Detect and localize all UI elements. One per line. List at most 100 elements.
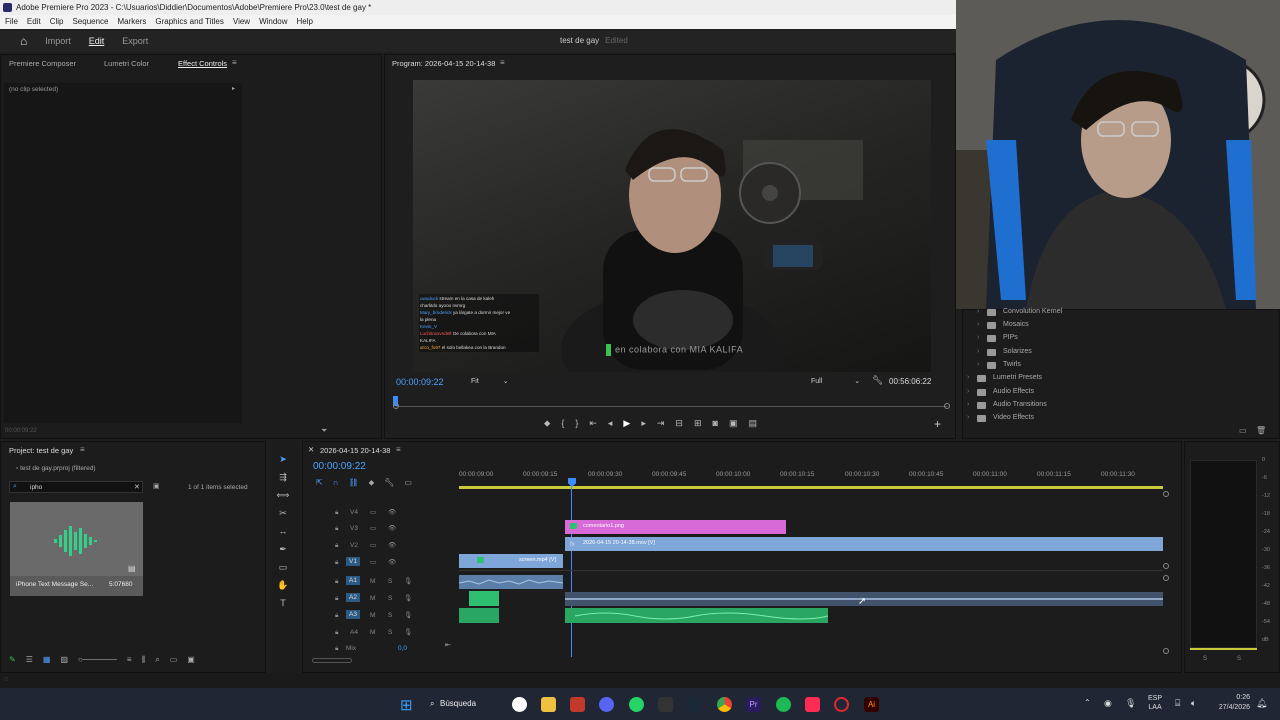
tray-mic-icon[interactable]: 🎙︎ xyxy=(1125,698,1136,709)
menu-file[interactable]: File xyxy=(5,15,18,29)
clip-audio-a3-short[interactable] xyxy=(459,608,499,623)
multi-camera-icon[interactable]: ▤ xyxy=(748,418,757,429)
mix-arrow-icon[interactable]: ⇤ xyxy=(445,641,451,649)
menu-edit[interactable]: Edit xyxy=(27,15,41,29)
new-bin-from-search-icon[interactable]: ▣ xyxy=(153,482,160,490)
scroll-handle[interactable] xyxy=(1163,563,1169,569)
go-to-in-icon[interactable]: ⇤ xyxy=(589,418,597,429)
rectangle-tool-icon[interactable]: ▭ xyxy=(276,562,290,574)
hand-tool-icon[interactable]: ✋ xyxy=(276,580,290,592)
solo-button[interactable]: S xyxy=(388,629,392,636)
nest-icon[interactable]: ⇱ xyxy=(316,478,323,488)
list-view-icon[interactable]: ☰ xyxy=(26,655,33,665)
mix-value[interactable]: 0,0 xyxy=(398,645,407,652)
razor-tool-icon[interactable]: ✂ xyxy=(276,508,290,520)
language-indicator[interactable]: ESP LAA xyxy=(1148,694,1162,712)
clear-search-icon[interactable]: ✕ xyxy=(134,483,140,491)
opera-icon[interactable] xyxy=(834,697,849,712)
effect-folder-twirls[interactable]: › Twirls xyxy=(975,361,1021,369)
effect-folder-solarizes[interactable]: › Solarizes xyxy=(975,348,1032,356)
effect-folder-convolution-kernel[interactable]: › Convolution Kernel xyxy=(975,308,1062,316)
eye-icon[interactable]: 👁︎ xyxy=(388,541,396,549)
menu-graphics[interactable]: Graphics and Titles xyxy=(155,15,223,29)
clip-audio-a1[interactable] xyxy=(458,575,564,589)
effect-folder-mosaics[interactable]: › Mosaics xyxy=(975,321,1029,329)
menu-clip[interactable]: Clip xyxy=(50,15,64,29)
microphone-icon[interactable]: 🎙︎ xyxy=(404,611,412,619)
slip-tool-icon[interactable]: ↔ xyxy=(276,526,290,538)
discord-icon[interactable] xyxy=(599,697,614,712)
find-icon[interactable]: ⌕ xyxy=(155,655,159,665)
effect-folder-video-effects[interactable]: › Video Effects xyxy=(965,414,1034,422)
lock-icon[interactable]: 🔒︎ xyxy=(335,559,338,567)
type-tool-icon[interactable]: T xyxy=(276,598,290,610)
sync-lock-icon[interactable]: ▭ xyxy=(370,558,376,566)
files-icon[interactable] xyxy=(541,697,556,712)
track-label-a3[interactable]: A3 xyxy=(346,610,360,619)
project-item-thumbnail[interactable]: ▤ iPhone Text Message Se... 5:07680 xyxy=(10,502,143,596)
solo-right-button[interactable]: S xyxy=(1237,656,1241,662)
taskbar-search[interactable]: ⌕ Búsqueda xyxy=(430,696,494,712)
eye-icon[interactable]: 👁︎ xyxy=(388,558,396,566)
pencil-icon[interactable]: ✎ xyxy=(9,655,16,665)
microphone-icon[interactable]: 🎙︎ xyxy=(404,628,412,636)
lock-icon[interactable]: 🔒︎ xyxy=(335,509,338,517)
steam-icon[interactable] xyxy=(687,697,702,712)
epic-icon[interactable] xyxy=(658,697,673,712)
program-menu-icon[interactable]: ≡ xyxy=(500,58,505,67)
filter-icon[interactable]: ⏷ xyxy=(321,426,327,436)
tiktok-icon[interactable] xyxy=(805,697,820,712)
menu-help[interactable]: Help xyxy=(297,15,313,29)
trash-icon[interactable]: 🗑︎ xyxy=(1256,426,1266,435)
step-back-icon[interactable]: ◂ xyxy=(608,418,613,429)
effect-folder-lumetri-presets[interactable]: › Lumetri Presets xyxy=(965,374,1042,382)
tray-chevron-icon[interactable]: ⌃ xyxy=(1084,698,1091,707)
chrome-icon[interactable] xyxy=(717,697,732,712)
track-label-v1[interactable]: V1 xyxy=(346,557,360,566)
menu-markers[interactable]: Markers xyxy=(118,15,147,29)
zoom-fit-select[interactable]: Fit ⌄ xyxy=(471,377,509,385)
microphone-icon[interactable]: 🎙︎ xyxy=(404,577,412,585)
scroll-handle[interactable] xyxy=(1163,575,1169,581)
tab-effect-controls[interactable]: Effect Controls xyxy=(178,59,227,68)
project-menu-icon[interactable]: ≡ xyxy=(80,445,85,454)
mark-out-icon[interactable]: } xyxy=(575,418,578,429)
chrome-icon[interactable] xyxy=(512,697,527,712)
volume-icon[interactable]: 🔈︎ xyxy=(1191,698,1196,709)
lock-icon[interactable]: 🔒︎ xyxy=(335,629,338,637)
track-label-a2[interactable]: A2 xyxy=(346,593,360,602)
solo-left-button[interactable]: S xyxy=(1203,656,1207,662)
menu-sequence[interactable]: Sequence xyxy=(72,15,108,29)
clip-audio-a3[interactable] xyxy=(565,608,829,623)
lock-icon[interactable]: 🔒︎ xyxy=(335,645,338,653)
lock-icon[interactable]: 🔒︎ xyxy=(335,525,338,533)
pen-tool-icon[interactable]: ✒ xyxy=(276,544,290,556)
panel-menu-icon[interactable]: ≡ xyxy=(232,58,237,67)
snap-icon[interactable]: ∩ xyxy=(333,478,339,488)
clip-audio-a2-short[interactable] xyxy=(469,591,499,606)
windows-start-icon[interactable]: ⊞ xyxy=(400,696,413,714)
expand-arrow-icon[interactable]: ▸ xyxy=(232,85,235,92)
notifications-icon[interactable]: 🔔︎ xyxy=(1256,698,1267,709)
tab-edit[interactable]: Edit xyxy=(89,36,105,46)
youtube-icon[interactable] xyxy=(570,697,585,712)
clip-main-video[interactable]: fx 2026-04-15 20-14-38.mov [V] xyxy=(565,537,1163,551)
new-bin-icon[interactable]: ▭ xyxy=(1239,426,1247,435)
extract-icon[interactable]: ⊞ xyxy=(694,418,702,429)
program-title[interactable]: Program: 2026-04-15 20-14-38 xyxy=(392,59,495,68)
timeline-settings-icon[interactable]: 🔧︎ xyxy=(384,478,394,488)
program-timecode[interactable]: 00:00:09:22 xyxy=(396,377,444,387)
mute-button[interactable]: M xyxy=(370,629,375,636)
lock-icon[interactable]: 🔒︎ xyxy=(335,578,338,586)
tab-lumetri-color[interactable]: Lumetri Color xyxy=(104,59,149,68)
linked-selection-icon[interactable]: ⛓ xyxy=(348,478,358,488)
wrench-icon[interactable]: 🔧︎ xyxy=(872,375,883,386)
selection-tool-icon[interactable]: ➤ xyxy=(276,454,290,466)
sync-lock-icon[interactable]: ▭ xyxy=(370,541,376,549)
project-title[interactable]: Project: test de gay xyxy=(9,446,73,455)
menu-view[interactable]: View xyxy=(233,15,250,29)
scrubber-start-handle[interactable] xyxy=(393,403,399,409)
freeform-view-icon[interactable]: ▨ xyxy=(60,655,68,665)
lift-icon[interactable]: ⊟ xyxy=(675,418,683,429)
add-marker-icon[interactable]: ⬥ xyxy=(369,478,375,488)
